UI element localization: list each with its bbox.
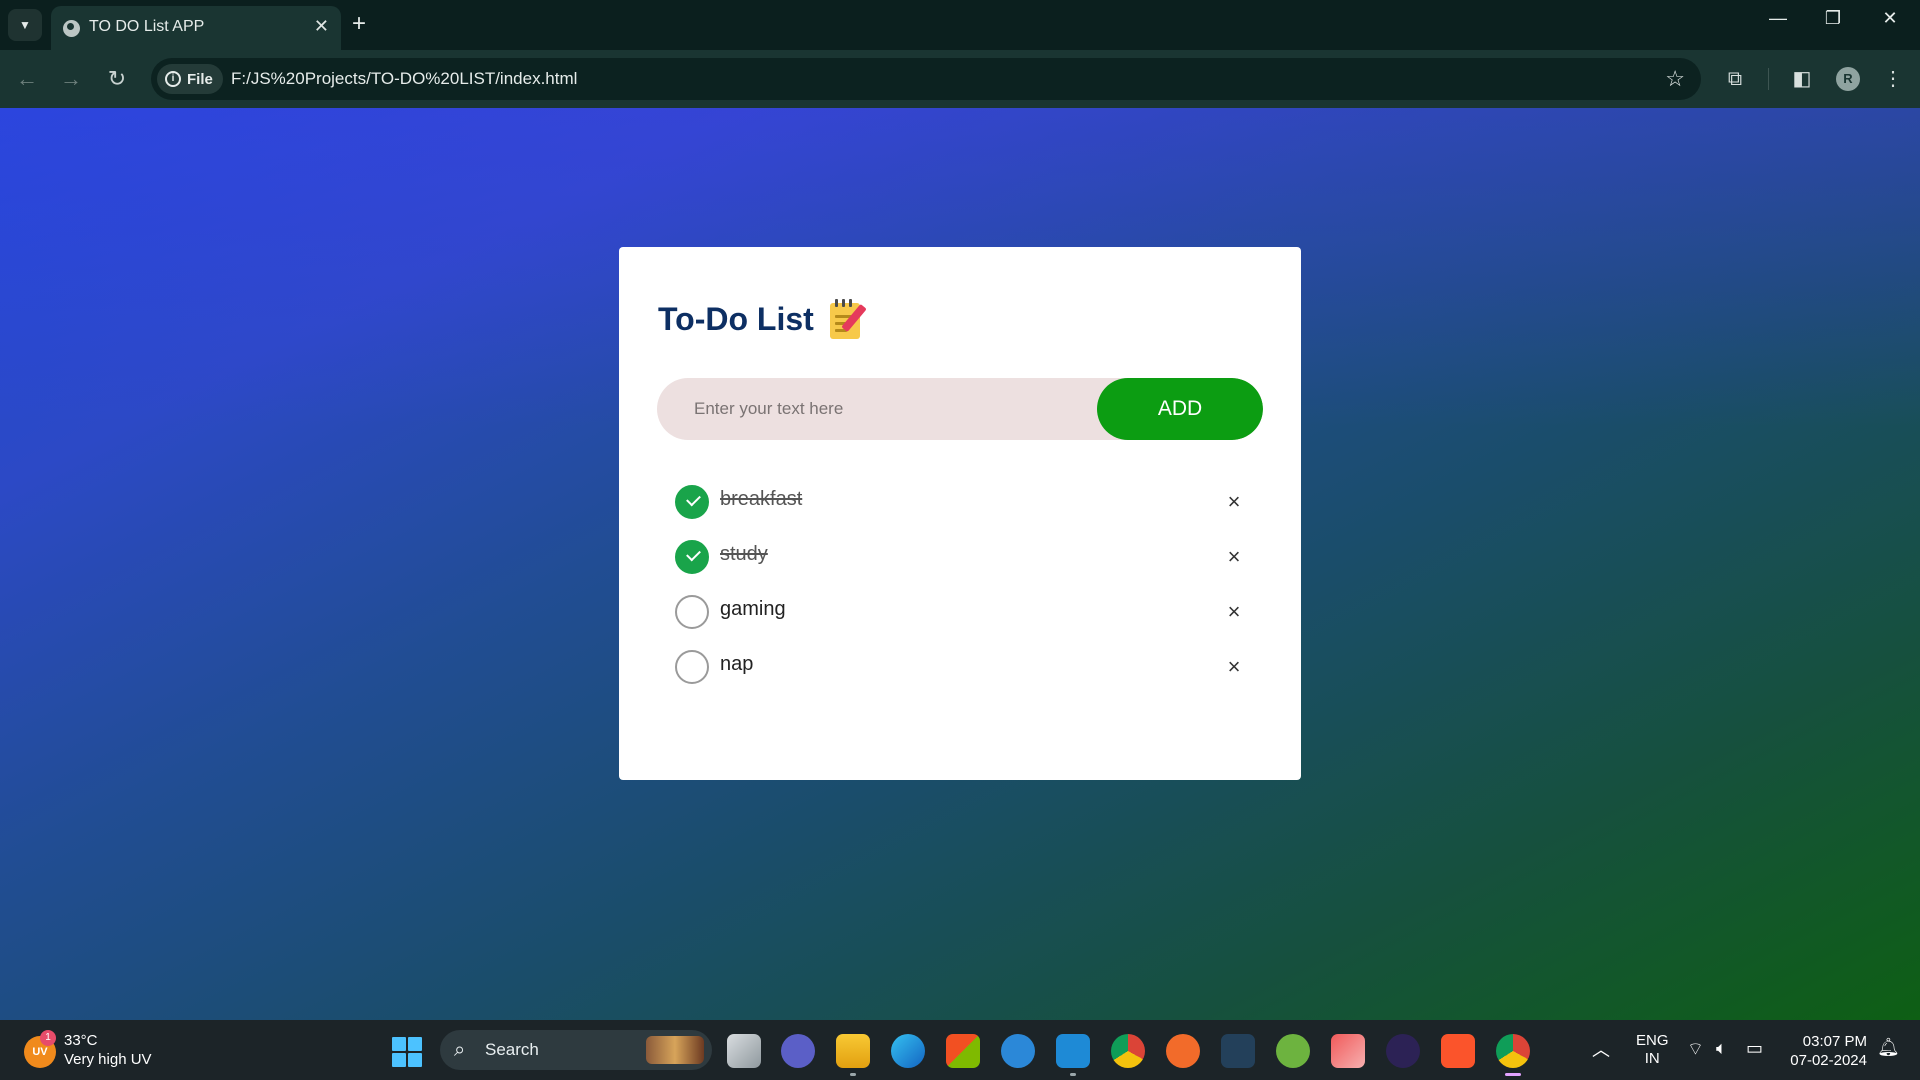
globe-icon [63,20,80,37]
extensions-icon[interactable]: ⧉ [1720,64,1750,94]
clock-time: 03:07 PM [1802,1033,1867,1050]
page-title: To-Do List [658,297,870,341]
system-clock[interactable]: 03:07 PM 07-02-2024 [1785,1032,1867,1070]
close-tab-icon[interactable]: ✕ [314,16,329,37]
browser-tab-strip: ▼ TO DO List APP ✕ + — ❐ ✕ [0,0,1920,50]
url-text[interactable]: F:/JS%20Projects/TO-DO%20LIST/index.html [231,69,577,89]
start-button[interactable] [392,1037,422,1067]
reload-button[interactable]: ↻ [102,64,132,94]
unchecked-circle-icon[interactable] [675,595,709,629]
restore-button[interactable]: ❐ [1813,8,1853,29]
show-hidden-icons-icon[interactable]: ︿ [1592,1036,1610,1062]
search-highlight-image [646,1036,704,1064]
task-list: breakfast × study × gaming × nap × [675,482,1249,702]
profile-avatar[interactable]: R [1836,67,1860,91]
toolbar-divider [1768,68,1769,90]
list-item[interactable]: gaming × [675,592,1249,647]
add-button[interactable]: ADD [1097,378,1263,440]
taskbar-search[interactable]: ⌕ Search [440,1030,712,1070]
minimize-button[interactable]: — [1758,8,1798,29]
language-region: IN [1644,1050,1660,1067]
todo-card: To-Do List ADD breakfast×study×gaming×na… [619,247,1301,780]
forward-button[interactable]: → [56,64,86,94]
mysql-icon[interactable] [1221,1034,1255,1068]
list-item[interactable]: breakfast × [675,482,1249,537]
help-icon[interactable] [1001,1034,1035,1068]
file-explorer-icon[interactable] [836,1034,870,1076]
browser-toolbar: ← → ↻ i File F:/JS%20Projects/TO-DO%20LI… [0,50,1920,108]
eclipse-icon[interactable] [1386,1034,1420,1068]
new-tab-button[interactable]: + [352,10,366,38]
memo-icon [828,297,870,341]
checked-circle-icon[interactable] [675,540,709,574]
task-text: gaming [720,598,786,620]
search-icon: ⌕ [454,1039,466,1061]
bookmark-star-icon[interactable]: ☆ [1665,66,1685,92]
microsoft-store-icon[interactable] [946,1034,980,1068]
remove-task-icon[interactable]: × [1219,487,1249,517]
spring-icon[interactable] [1276,1034,1310,1068]
site-info-chip[interactable]: i File [157,64,223,94]
back-button[interactable]: ← [12,64,42,94]
task-view-icon[interactable] [727,1034,761,1068]
checked-circle-icon[interactable] [675,485,709,519]
tab-title: TO DO List APP [89,18,205,35]
file-chip-label: File [187,70,213,88]
eraser-app-icon[interactable] [1331,1034,1365,1068]
add-task-row: ADD [657,378,1263,440]
browser-tab-active[interactable]: TO DO List APP ✕ [51,6,341,50]
menu-kebab-icon[interactable]: ⋮ [1878,64,1908,94]
remove-task-icon[interactable]: × [1219,542,1249,572]
side-panel-icon[interactable]: ◧ [1787,64,1817,94]
volume-icon[interactable]: 🔈︎ [1716,1038,1727,1059]
brave-icon[interactable] [1441,1034,1475,1068]
notification-count-badge: 1 [40,1030,56,1046]
info-icon: i [165,71,181,87]
tab-search-button[interactable]: ▼ [8,9,42,41]
weather-temp: 33°C [64,1032,98,1049]
chrome-profile-icon[interactable] [1496,1034,1530,1076]
remove-task-icon[interactable]: × [1219,652,1249,682]
clock-date: 07-02-2024 [1790,1052,1867,1069]
weather-widget[interactable]: UV 1 33°C Very high UV [24,1030,204,1072]
notification-bell-icon[interactable]: 🔔︎ [1877,1037,1900,1058]
task-text: breakfast [720,488,803,510]
chrome-icon[interactable] [1111,1034,1145,1068]
close-window-button[interactable]: ✕ [1870,8,1910,29]
edge-icon[interactable] [891,1034,925,1068]
search-label: Search [485,1040,539,1059]
language-indicator[interactable]: ENG IN [1636,1032,1669,1068]
vscode-icon[interactable] [1056,1034,1090,1076]
chevron-down-icon: ▼ [19,18,31,32]
task-input[interactable] [657,378,1097,440]
teams-chat-icon[interactable] [781,1034,815,1068]
weather-condition: Very high UV [64,1051,152,1068]
page-background: To-Do List ADD breakfast×study×gaming×na… [0,108,1920,1020]
list-item[interactable]: nap × [675,647,1249,702]
battery-icon[interactable]: ▭ [1746,1038,1763,1059]
language-code: ENG [1636,1032,1669,1049]
remove-task-icon[interactable]: × [1219,597,1249,627]
address-bar[interactable]: i File F:/JS%20Projects/TO-DO%20LIST/ind… [151,58,1701,100]
windows-taskbar: UV 1 33°C Very high UV ⌕ Search ︿ ENG IN… [0,1020,1920,1080]
title-text: To-Do List [658,300,814,337]
task-text: nap [720,653,754,675]
wifi-icon[interactable]: ⌔ [1687,1038,1704,1061]
task-text: study [720,543,768,565]
postman-icon[interactable] [1166,1034,1200,1068]
unchecked-circle-icon[interactable] [675,650,709,684]
list-item[interactable]: study × [675,537,1249,592]
